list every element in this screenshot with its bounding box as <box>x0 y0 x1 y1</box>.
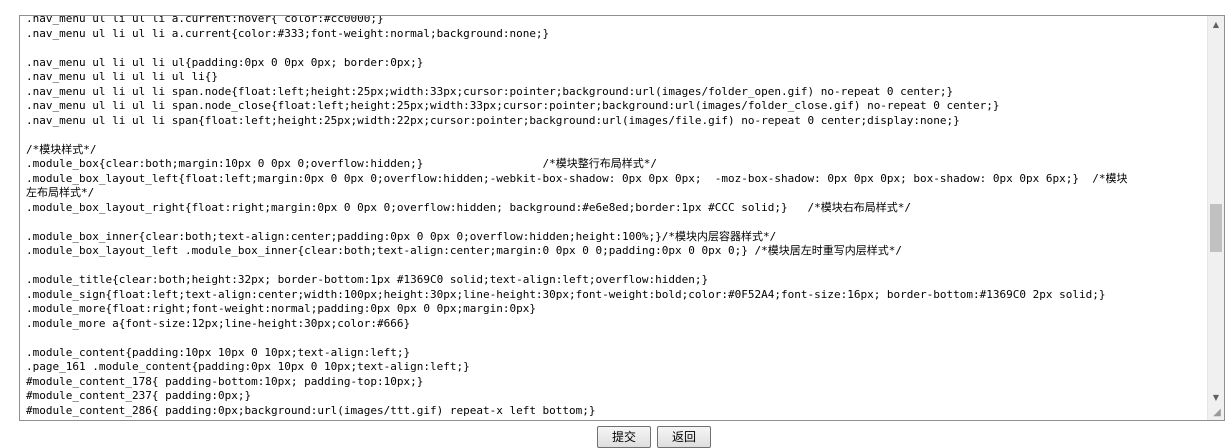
code-line: .module_box_layout_left .module_box_inne… <box>26 244 902 257</box>
code-line: .nav_menu ul li ul li span{float:left;he… <box>26 113 960 127</box>
code-line: .page_161 .module_content{padding:0px 10… <box>26 360 470 373</box>
code-line: .module_sign{float:left;text-align:cente… <box>26 287 1106 301</box>
code-line: #module_content_178{ padding-bottom:10px… <box>26 374 424 388</box>
css-editor-textarea[interactable]: .nav_menu ul li ul li a.current:hover{ c… <box>19 15 1225 421</box>
code-line: .module_box_layout_left{float:left;margi… <box>26 171 1128 185</box>
scroll-down-arrow-icon[interactable]: ▼ <box>1208 389 1224 406</box>
vertical-scrollbar[interactable]: ▲ ▼ <box>1207 16 1224 420</box>
code-line: .module_content{padding:10px 10px 0 10px… <box>26 345 411 359</box>
submit-button[interactable]: 提交 <box>597 426 651 448</box>
scroll-thumb[interactable] <box>1210 204 1222 252</box>
code-content[interactable]: .nav_menu ul li ul li a.current:hover{ c… <box>26 15 1206 420</box>
code-line: .module_box_inner{clear:both;text-align:… <box>26 229 777 243</box>
resize-grip-icon[interactable]: ◢ <box>1211 407 1223 419</box>
code-line: .nav_menu ul li ul li a.current:hover{ c… <box>26 15 384 25</box>
code-line: 左布局样式*/ <box>26 186 95 199</box>
back-button[interactable]: 返回 <box>657 426 711 448</box>
code-line: /*模块样式*/ <box>26 142 97 156</box>
code-line: #module_content_237{ padding:0px;} <box>26 389 252 402</box>
code-line: .nav_menu ul li ul li span.node_close{fl… <box>26 99 1000 112</box>
code-line: .nav_menu ul li ul li span.node{float:le… <box>26 84 954 98</box>
code-line: .module_box_layout_right{float:right;mar… <box>26 200 911 214</box>
code-line: .nav_menu ul li ul li ul li{} <box>26 70 219 83</box>
code-line: .nav_menu ul li ul li ul{padding:0px 0 0… <box>26 55 424 69</box>
code-line: .module_more{float:right;font-weight:nor… <box>26 302 536 315</box>
code-line: .nav_menu ul li ul li a.current{color:#3… <box>26 26 550 40</box>
scroll-up-arrow-icon[interactable]: ▲ <box>1208 16 1224 33</box>
code-line: .module_box{clear:both;margin:10px 0 0px… <box>26 157 658 170</box>
code-line: .module_more a{font-size:12px;line-heigh… <box>26 316 411 330</box>
code-line: .module_title{clear:both;height:32px; bo… <box>26 273 709 286</box>
code-line: #module_content_286{ padding:0px;backgro… <box>26 403 596 417</box>
